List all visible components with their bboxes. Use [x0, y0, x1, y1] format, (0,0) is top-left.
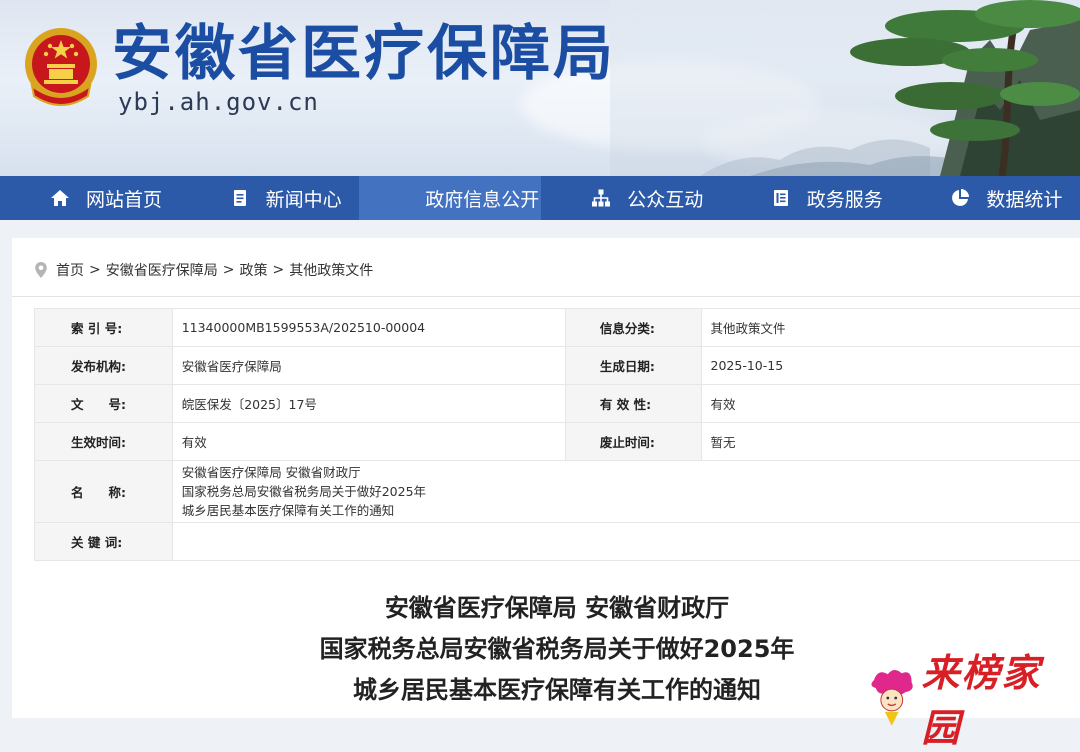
breadcrumb-home[interactable]: 首页	[56, 260, 84, 280]
index-no-value: 11340000MB1599553A/202510-00004	[172, 309, 565, 347]
validity-value: 有效	[701, 385, 1080, 423]
location-pin-icon	[34, 261, 48, 279]
effective-label: 生效时间:	[35, 423, 173, 461]
keywords-label: 关 键 词:	[35, 523, 173, 561]
repeal-value: 暂无	[701, 423, 1080, 461]
nav-item-label: 政务服务	[807, 185, 883, 212]
date-value: 2025-10-15	[701, 347, 1080, 385]
breadcrumb-separator: >	[223, 262, 235, 278]
validity-label: 有 效 性:	[565, 385, 701, 423]
publisher-value: 安徽省医疗保障局	[172, 347, 565, 385]
nav-item-label: 网站首页	[86, 185, 162, 212]
nav-item-home[interactable]: 网站首页	[0, 176, 180, 220]
flower-mascot-icon	[868, 666, 916, 728]
name-value: 安徽省医疗保障局 安徽省财政厅 国家税务总局安徽省税务局关于做好2025年 城乡…	[172, 461, 1080, 523]
table-row: 关 键 词:	[35, 523, 1080, 561]
table-row: 名 称: 安徽省医疗保障局 安徽省财政厅 国家税务总局安徽省税务局关于做好202…	[35, 461, 1080, 523]
watermark: 来榜家园	[868, 642, 1080, 752]
category-value: 其他政策文件	[701, 309, 1080, 347]
nav-item-label: 新闻中心	[266, 185, 342, 212]
breadcrumb: 首页 > 安徽省医疗保障局 > 政策 > 其他政策文件	[34, 260, 373, 280]
clipboard-icon	[771, 188, 791, 208]
breadcrumb-separator: >	[272, 262, 284, 278]
main-nav: 网站首页 新闻中心 政府信息公开 公众互动 政务服务 数据统计	[0, 176, 1080, 220]
nav-item-label: 政府信息公开	[425, 185, 539, 212]
site-title[interactable]: 安徽省医疗保障局	[112, 14, 616, 94]
table-row: 文 号: 皖医保发〔2025〕17号 有 效 性: 有效	[35, 385, 1080, 423]
keywords-value	[172, 523, 1080, 561]
nav-item-gov-info[interactable]: 政府信息公开	[359, 176, 541, 220]
date-label: 生成日期:	[565, 347, 701, 385]
network-icon	[591, 188, 611, 208]
nav-item-interaction[interactable]: 公众互动	[541, 176, 721, 220]
category-label: 信息分类:	[565, 309, 701, 347]
table-row: 发布机构: 安徽省医疗保障局 生成日期: 2025-10-15	[35, 347, 1080, 385]
divider	[12, 296, 1080, 297]
index-no-label: 索 引 号:	[35, 309, 173, 347]
site-banner: 安徽省医疗保障局 ybj.ah.gov.cn	[0, 0, 1080, 176]
document-title-line: 安徽省医疗保障局 安徽省财政厅	[12, 588, 1080, 629]
repeal-label: 废止时间:	[565, 423, 701, 461]
name-line: 城乡居民基本医疗保障有关工作的通知	[182, 501, 1080, 520]
name-label: 名 称:	[35, 461, 173, 523]
doc-no-label: 文 号:	[35, 385, 173, 423]
name-line: 国家税务总局安徽省税务局关于做好2025年	[182, 482, 1080, 501]
national-emblem-icon	[22, 24, 100, 108]
doc-no-value: 皖医保发〔2025〕17号	[172, 385, 565, 423]
publisher-label: 发布机构:	[35, 347, 173, 385]
breadcrumb-other-policy[interactable]: 其他政策文件	[289, 260, 373, 280]
effective-value: 有效	[172, 423, 565, 461]
breadcrumb-policy[interactable]: 政策	[239, 260, 267, 280]
pine-tree-landscape-icon	[610, 0, 1080, 176]
table-row: 生效时间: 有效 废止时间: 暂无	[35, 423, 1080, 461]
table-row: 索 引 号: 11340000MB1599553A/202510-00004 信…	[35, 309, 1080, 347]
site-url[interactable]: ybj.ah.gov.cn	[118, 88, 319, 116]
nav-item-news[interactable]: 新闻中心	[180, 176, 360, 220]
breadcrumb-separator: >	[89, 262, 101, 278]
breadcrumb-bureau[interactable]: 安徽省医疗保障局	[106, 260, 218, 280]
name-line: 安徽省医疗保障局 安徽省财政厅	[182, 463, 1080, 482]
watermark-text: 来榜家园	[922, 642, 1080, 752]
nav-item-label: 公众互动	[627, 185, 703, 212]
nav-item-services[interactable]: 政务服务	[721, 176, 901, 220]
document-metadata-table: 索 引 号: 11340000MB1599553A/202510-00004 信…	[34, 308, 1080, 561]
home-icon	[50, 188, 70, 208]
pie-chart-icon	[950, 188, 970, 208]
nav-item-label: 数据统计	[986, 185, 1062, 212]
document-icon	[230, 188, 250, 208]
nav-item-statistics[interactable]: 数据统计	[900, 176, 1080, 220]
